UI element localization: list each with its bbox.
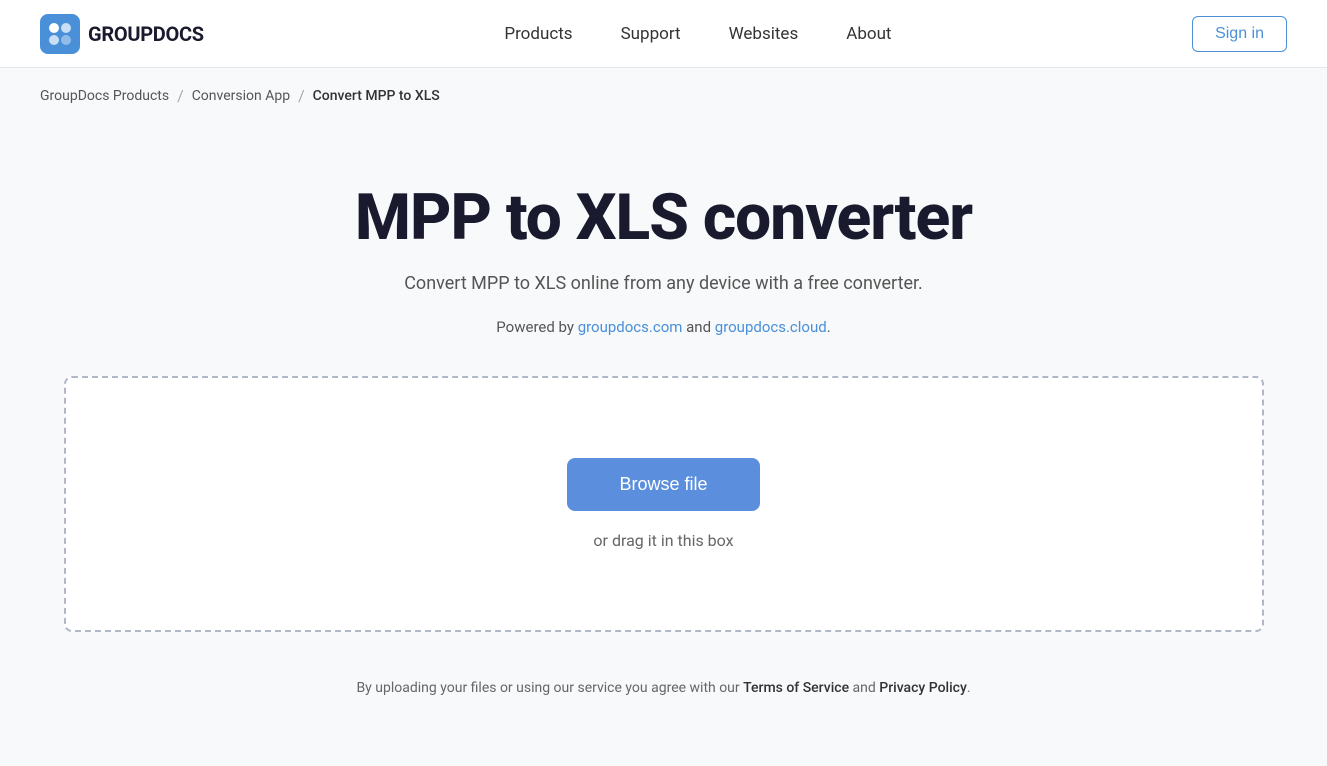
browse-file-button[interactable]: Browse file: [567, 458, 759, 511]
nav-support[interactable]: Support: [621, 24, 681, 44]
main-content: MPP to XLS converter Convert MPP to XLS …: [0, 123, 1327, 766]
nav-websites[interactable]: Websites: [729, 24, 799, 44]
powered-by-prefix: Powered by: [496, 318, 577, 336]
sign-in-button[interactable]: Sign in: [1192, 16, 1287, 52]
breadcrumb: GroupDocs Products / Conversion App / Co…: [0, 68, 1327, 123]
privacy-policy-link[interactable]: Privacy Policy: [879, 680, 967, 696]
groupdocs-cloud-link[interactable]: groupdocs.cloud: [715, 318, 827, 336]
logo-area[interactable]: GROUPDOCS: [40, 14, 204, 54]
page-subtitle: Convert MPP to XLS online from any devic…: [404, 273, 923, 294]
footer: By uploading your files or using our ser…: [356, 680, 970, 726]
breadcrumb-conversion[interactable]: Conversion App: [192, 88, 290, 104]
powered-by: Powered by groupdocs.com and groupdocs.c…: [496, 318, 830, 336]
breadcrumb-separator-1: /: [177, 86, 184, 105]
main-nav: Products Support Websites About: [504, 24, 891, 44]
header: GROUPDOCS Products Support Websites Abou…: [0, 0, 1327, 68]
drag-text: or drag it in this box: [593, 531, 733, 550]
footer-prefix: By uploading your files or using our ser…: [356, 680, 743, 696]
nav-products[interactable]: Products: [504, 24, 572, 44]
groupdocs-com-link[interactable]: groupdocs.com: [578, 318, 683, 336]
footer-suffix: .: [967, 680, 971, 696]
powered-by-and: and: [682, 318, 714, 336]
nav-about[interactable]: About: [846, 24, 891, 44]
drop-zone[interactable]: Browse file or drag it in this box: [64, 376, 1264, 632]
powered-by-suffix: .: [827, 318, 831, 336]
groupdocs-logo-icon: [40, 14, 80, 54]
breadcrumb-current: Convert MPP to XLS: [313, 88, 440, 104]
breadcrumb-separator-2: /: [298, 86, 305, 105]
logo-text: GROUPDOCS: [88, 22, 204, 46]
footer-and: and: [849, 680, 879, 696]
page-title: MPP to XLS converter: [355, 183, 972, 253]
terms-of-service-link[interactable]: Terms of Service: [743, 680, 849, 696]
breadcrumb-groupdocs[interactable]: GroupDocs Products: [40, 88, 169, 104]
